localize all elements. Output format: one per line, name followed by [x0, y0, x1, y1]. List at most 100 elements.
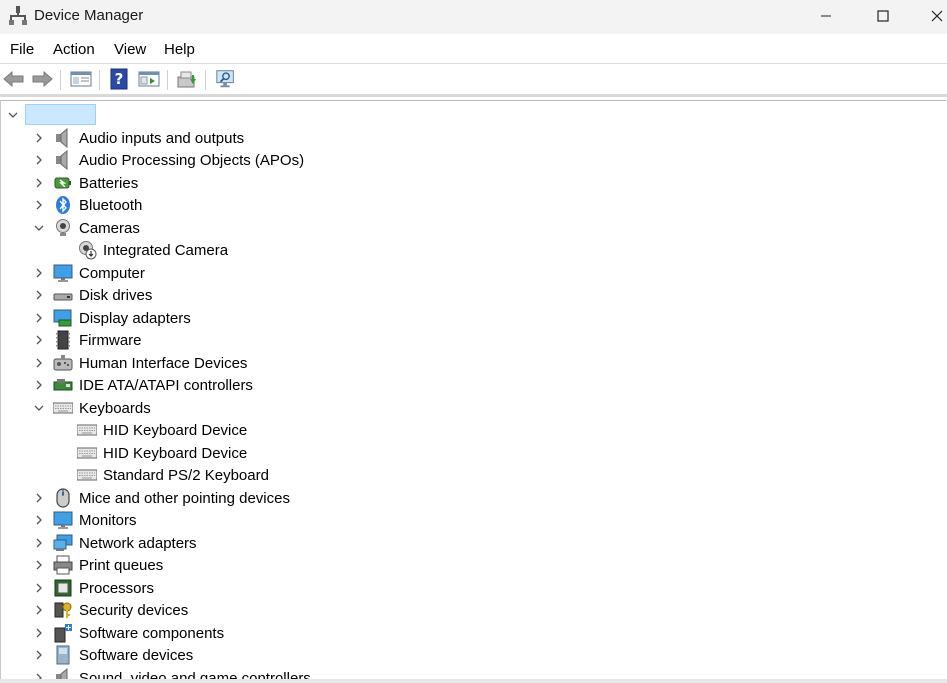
update-driver-button[interactable]	[176, 68, 198, 90]
firmware-chip-icon	[56, 330, 70, 350]
maximize-button[interactable]	[860, 0, 906, 32]
chevron-right-icon	[36, 515, 42, 525]
category-label: Mice and other pointing devices	[79, 489, 290, 507]
category-label: Audio Processing Objects (APOs)	[79, 152, 305, 169]
device-label: Integrated Camera	[103, 242, 229, 259]
printer-icon	[53, 555, 73, 575]
hid-icon	[53, 354, 73, 370]
category-processors[interactable]: Processors	[1, 577, 941, 599]
properties-button[interactable]	[138, 68, 160, 90]
category-batteries[interactable]: Batteries	[1, 172, 941, 194]
window-title: Device Manager	[34, 7, 144, 24]
device-item[interactable]: HID Keyboard Device	[1, 419, 941, 441]
display-adapter-icon	[53, 309, 72, 326]
category-software-devices[interactable]: Software devices	[1, 644, 941, 666]
menu-view[interactable]: View	[114, 41, 146, 58]
category-display-adapters[interactable]: Display adapters	[1, 307, 941, 329]
toolbar-separator	[205, 70, 206, 90]
category-network-adapters[interactable]: Network adapters	[1, 532, 941, 554]
category-audio-processing-objects-apos[interactable]: Audio Processing Objects (APOs)	[1, 149, 941, 171]
monitor-icon	[53, 511, 73, 529]
category-print-queues[interactable]: Print queues	[1, 554, 941, 576]
category-cameras[interactable]: Cameras	[1, 217, 941, 239]
category-label: Cameras	[79, 219, 140, 237]
disk-drive-icon	[53, 293, 73, 301]
category-label: Firmware	[79, 332, 142, 349]
ide-controller-icon	[53, 379, 73, 391]
device-item[interactable]: Integrated Camera	[1, 239, 941, 261]
category-firmware[interactable]: Firmware	[1, 329, 941, 351]
back-arrow-icon	[3, 70, 24, 88]
title-bar: Device Manager	[0, 0, 947, 34]
menu-action[interactable]: Action	[53, 41, 95, 58]
category-ide-ata-atapi-controllers[interactable]: IDE ATA/ATAPI controllers	[1, 374, 941, 396]
back-button[interactable]	[3, 68, 25, 90]
battery-icon	[54, 177, 71, 188]
chevron-right-icon	[36, 538, 42, 547]
webcam-icon	[56, 218, 70, 236]
keyboard-icon	[76, 424, 98, 436]
chevron-right-icon	[36, 155, 42, 165]
category-monitors[interactable]: Monitors	[1, 509, 941, 531]
svg-text:?: ?	[115, 70, 124, 88]
device-item[interactable]: HID Keyboard Device	[1, 442, 941, 464]
category-bluetooth[interactable]: Bluetooth	[1, 194, 941, 216]
category-mice-and-other-pointing-devices[interactable]: Mice and other pointing devices	[1, 487, 941, 509]
selection-highlight	[25, 104, 96, 125]
show-hide-console-tree-button[interactable]	[70, 68, 92, 90]
toolbar-separator	[99, 70, 100, 90]
category-keyboards[interactable]: Keyboards	[1, 397, 941, 419]
category-computer[interactable]: Computer	[1, 262, 941, 284]
category-label: Network adapters	[79, 534, 197, 552]
category-label: Batteries	[79, 174, 139, 192]
menu-file[interactable]: File	[10, 41, 34, 58]
scan-hardware-button[interactable]	[215, 68, 237, 90]
chevron-right-icon	[36, 313, 42, 322]
chevron-right-icon	[36, 200, 42, 210]
category-label: Keyboards	[79, 399, 151, 417]
chevron-right-icon	[36, 583, 42, 592]
category-label: Software devices	[79, 647, 194, 664]
chevron-right-icon	[36, 290, 42, 300]
device-tree[interactable]: varun Audio inputs and outputs Audio Pro…	[0, 100, 946, 681]
show-hide-console-tree-icon	[70, 71, 92, 87]
category-label: Print queues	[79, 557, 164, 574]
menu-help[interactable]: Help	[164, 41, 195, 58]
chevron-down-icon	[34, 405, 44, 411]
category-software-components[interactable]: Software components	[1, 622, 941, 644]
device-item[interactable]: Standard PS/2 Keyboard	[1, 464, 941, 486]
chevron-down-icon	[8, 112, 18, 118]
scan-hardware-icon	[216, 70, 234, 88]
close-button[interactable]	[914, 0, 947, 32]
menu-bar: File Action View Help	[0, 34, 947, 64]
category-audio-inputs-and-outputs[interactable]: Audio inputs and outputs	[1, 127, 941, 149]
category-disk-drives[interactable]: Disk drives	[1, 284, 941, 306]
chevron-right-icon	[36, 133, 42, 142]
category-human-interface-devices[interactable]: Human Interface Devices	[1, 352, 941, 374]
update-driver-icon	[177, 71, 196, 88]
tree-root-node[interactable]: varun	[1, 104, 941, 126]
category-label: Human Interface Devices	[79, 354, 248, 372]
software-component-icon	[54, 623, 72, 642]
network-adapter-icon	[53, 534, 73, 551]
keyboard-icon	[52, 402, 74, 413]
help-button[interactable]: ?	[108, 68, 130, 90]
category-label: Computer	[79, 264, 145, 282]
webcam-child-icon	[79, 241, 97, 260]
chevron-right-icon	[36, 335, 42, 345]
category-label: Software components	[79, 624, 225, 642]
keyboard-icon	[76, 469, 98, 481]
status-strip	[0, 679, 947, 683]
device-label: HID Keyboard Device	[103, 422, 248, 439]
toolbar: ?	[0, 64, 947, 97]
minimize-button[interactable]	[803, 0, 849, 32]
chevron-right-icon	[36, 358, 42, 367]
processor-icon	[54, 579, 72, 596]
category-security-devices[interactable]: Security devices	[1, 599, 941, 621]
minimize-icon	[821, 15, 831, 17]
forward-button[interactable]	[31, 68, 53, 90]
device-label: HID Keyboard Device	[103, 444, 248, 462]
mouse-icon	[56, 487, 70, 508]
forward-arrow-icon	[32, 70, 53, 88]
chevron-down-icon	[34, 225, 44, 231]
